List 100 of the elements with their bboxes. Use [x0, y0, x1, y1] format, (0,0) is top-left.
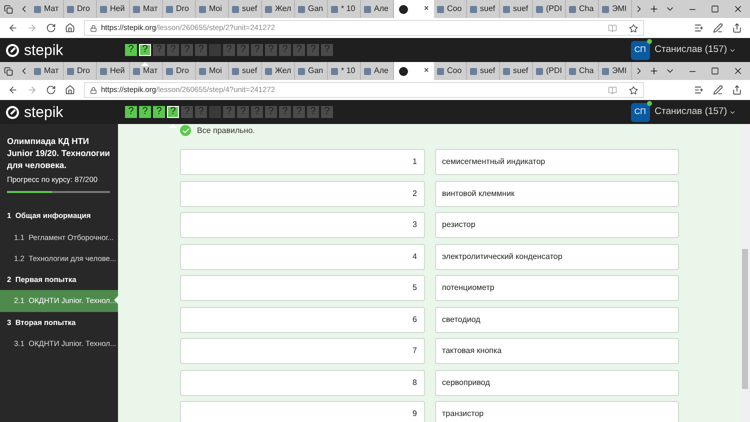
user-avatar[interactable]: СП: [630, 40, 650, 60]
refresh-icon[interactable]: [46, 85, 56, 95]
new-tab-icon[interactable]: [649, 66, 659, 76]
match-option[interactable]: светодиод: [435, 306, 679, 332]
user-name[interactable]: Станислав (157): [654, 42, 727, 58]
logo-text[interactable]: stepik: [24, 42, 64, 58]
user-avatar[interactable]: СП: [630, 102, 650, 122]
match-option[interactable]: резистор: [435, 212, 679, 238]
home-icon[interactable]: [65, 85, 75, 95]
favicon-icon: [133, 6, 140, 12]
favicon-icon: [265, 68, 272, 74]
favorite-icon[interactable]: [629, 86, 638, 94]
share-icon[interactable]: [732, 85, 742, 95]
favicon-icon: [470, 6, 477, 12]
favicon-icon: [536, 6, 543, 12]
match-option[interactable]: потенциометр: [435, 275, 679, 301]
site-logo-icon: [399, 4, 408, 14]
favicon-icon: [232, 68, 239, 74]
maximize-icon[interactable]: [711, 67, 719, 75]
share-icon[interactable]: [732, 23, 742, 33]
favicon-icon: [34, 68, 41, 74]
site-logo-icon: [399, 66, 408, 76]
home-icon[interactable]: [65, 23, 75, 33]
feedback-text: Все правильно.: [197, 126, 255, 134]
match-option[interactable]: транзистор: [435, 401, 679, 422]
match-number: 3: [180, 212, 425, 238]
user-name[interactable]: Станислав (157): [654, 104, 727, 120]
favicon-icon: [166, 68, 173, 74]
scrollbar-thumb[interactable]: [742, 249, 748, 389]
maximize-icon[interactable]: [711, 5, 719, 13]
step-tab[interactable]: ?: [167, 106, 179, 118]
favorite-icon[interactable]: [629, 24, 638, 32]
match-number: 6: [180, 306, 425, 332]
match-option[interactable]: электролитический конденсатор: [435, 244, 679, 270]
match-number: 9: [180, 401, 425, 422]
favicon-icon: [602, 6, 609, 12]
tab-actions-icon[interactable]: [4, 4, 13, 14]
favicon-icon: [100, 68, 107, 74]
favicon-icon: [437, 6, 444, 12]
favicon-icon: [67, 6, 74, 12]
favicon-icon: [569, 6, 576, 12]
favicon-icon: [536, 68, 543, 74]
favicon-icon: [569, 68, 576, 74]
lock-icon: [90, 86, 97, 94]
favicon-icon: [232, 6, 239, 12]
favicon-icon: [364, 6, 371, 12]
match-number: 7: [180, 338, 425, 364]
close-icon[interactable]: [733, 66, 743, 76]
course-title: Олимпиада КД НТИ Junior 19/20. Технологии для человека.: [7, 135, 111, 171]
step-tab[interactable]: ?: [153, 106, 165, 118]
favicon-icon: [503, 6, 510, 12]
logo-text[interactable]: stepik: [24, 104, 64, 120]
caret-icon[interactable]: [729, 46, 736, 54]
favicon-icon: [34, 6, 41, 12]
step-tab[interactable]: ?: [125, 44, 137, 56]
caret-icon[interactable]: [729, 108, 736, 116]
favicon-icon: [199, 6, 206, 12]
logo-icon: [6, 44, 19, 56]
step-tab[interactable]: ?: [139, 106, 151, 118]
back-icon[interactable]: [8, 85, 18, 95]
match-option[interactable]: тактовая кнопка: [435, 338, 679, 364]
match-number: 1: [180, 149, 425, 175]
favicon-icon: [199, 68, 206, 74]
pen-icon[interactable]: [713, 85, 723, 95]
favicon-icon: [133, 68, 140, 74]
match-option[interactable]: сервопривод: [435, 370, 679, 396]
step-tab[interactable]: ?: [125, 106, 137, 118]
match-number: 5: [180, 275, 425, 301]
refresh-icon[interactable]: [46, 23, 56, 33]
new-tab-icon[interactable]: [649, 4, 659, 14]
browser-tab[interactable]: ×: [394, 0, 434, 18]
favicon-icon: [100, 6, 107, 12]
back-icon[interactable]: [8, 23, 18, 33]
favicon-icon: [503, 68, 510, 74]
favicon-icon: [298, 6, 305, 12]
favicon-icon: [364, 68, 371, 74]
browser-tab[interactable]: ×: [394, 62, 434, 80]
pen-icon[interactable]: [713, 23, 723, 33]
favicon-icon: [331, 6, 338, 12]
step-tab[interactable]: ?: [139, 44, 151, 56]
match-option[interactable]: семисегментный индикатор: [435, 149, 679, 175]
match-number: 2: [180, 180, 425, 206]
favicon-icon: [298, 68, 305, 74]
tab-actions-icon[interactable]: [4, 66, 13, 76]
check-icon: [180, 125, 191, 136]
match-number: 8: [180, 370, 425, 396]
logo-icon: [6, 106, 19, 118]
favicon-icon: [470, 68, 477, 74]
favicon-icon: [437, 68, 444, 74]
favicon-icon: [602, 68, 609, 74]
favorites-icon[interactable]: [694, 85, 704, 95]
lock-icon: [90, 24, 97, 32]
match-option[interactable]: винтовой клеммник: [435, 180, 679, 206]
favicon-icon: [331, 68, 338, 74]
favorites-icon[interactable]: [694, 23, 704, 33]
close-icon[interactable]: [733, 4, 743, 14]
match-number: 4: [180, 244, 425, 270]
favicon-icon: [67, 68, 74, 74]
favicon-icon: [265, 6, 272, 12]
favicon-icon: [166, 6, 173, 12]
